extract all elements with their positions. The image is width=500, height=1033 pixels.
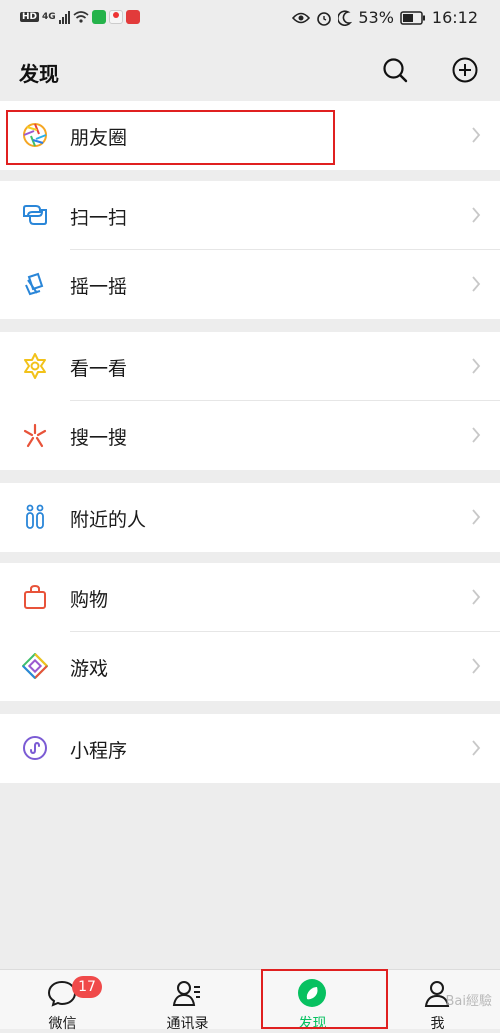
- menu-item-games[interactable]: 游戏: [0, 632, 500, 701]
- tab-contacts[interactable]: 通讯录: [125, 970, 250, 1032]
- group-scan-shake: 扫一扫 摇一摇: [0, 181, 500, 319]
- chevron-right-icon: [472, 358, 481, 374]
- bottom-tab-bar: 17 微信 通讯录 发现 我: [0, 969, 500, 1032]
- signal-icon: [58, 10, 70, 24]
- alarm-icon: [317, 11, 332, 26]
- tab-label-me: 我: [430, 1016, 445, 1032]
- group-shop-games: 购物 游戏: [0, 563, 500, 701]
- chevron-right-icon: [472, 589, 481, 605]
- menu-item-people-nearby[interactable]: 附近的人: [0, 483, 500, 552]
- chevron-right-icon: [472, 427, 481, 443]
- page-header: 发现: [0, 38, 500, 100]
- battery-icon: [400, 10, 425, 25]
- menu-label-search: 搜一搜: [70, 427, 128, 449]
- contacts-icon: [172, 981, 200, 1006]
- chevron-right-icon: [472, 127, 481, 143]
- menu-item-mini-programs[interactable]: 小程序: [0, 714, 500, 783]
- highlight-box: [6, 110, 335, 165]
- menu-label-people-nearby: 附近的人: [70, 509, 147, 531]
- plus-circle-icon[interactable]: [451, 56, 479, 84]
- games-icon: [22, 653, 48, 679]
- shopping-bag-icon: [24, 584, 46, 609]
- chevron-right-icon: [472, 509, 481, 525]
- reader-app-icon: [125, 10, 140, 24]
- page-title: 发现: [19, 62, 59, 86]
- chevron-right-icon: [472, 276, 481, 292]
- tab-label-contacts: 通讯录: [166, 1016, 209, 1032]
- shake-icon: [25, 272, 44, 296]
- menu-item-top-stories[interactable]: 看一看: [0, 332, 500, 401]
- group-look-search: 看一看 搜一搜: [0, 332, 500, 470]
- people-nearby-icon: [26, 504, 44, 529]
- tab-label-chats: 微信: [48, 1016, 77, 1032]
- menu-label-top-stories: 看一看: [70, 358, 128, 380]
- chevron-right-icon: [472, 658, 481, 674]
- menu-item-shake[interactable]: 摇一摇: [0, 250, 500, 319]
- hd-tag: HD: [20, 12, 40, 22]
- search-spark-icon: [23, 423, 47, 448]
- menu-item-shopping[interactable]: 购物: [0, 563, 500, 632]
- scan-icon: [23, 205, 47, 225]
- status-left: HD 4G: [20, 10, 140, 24]
- menu-item-search[interactable]: 搜一搜: [0, 401, 500, 470]
- wifi-icon: [73, 11, 89, 23]
- status-bar: HD 4G 53% 16:12: [0, 0, 500, 38]
- eye-icon: [292, 12, 311, 23]
- menu-item-scan[interactable]: 扫一扫: [0, 181, 500, 250]
- search-icon[interactable]: [381, 56, 409, 84]
- battery-percent: 53%: [358, 8, 394, 27]
- tab-chats[interactable]: 17 微信: [0, 970, 125, 1032]
- chevron-right-icon: [472, 207, 481, 223]
- group-nearby: 附近的人: [0, 483, 500, 552]
- mini-program-icon: [23, 736, 47, 760]
- chevron-right-icon: [472, 740, 481, 756]
- network-tag: 4G: [42, 12, 56, 22]
- menu-label-games: 游戏: [70, 658, 109, 680]
- moon-icon: [338, 10, 353, 26]
- top-stories-icon: [24, 353, 46, 379]
- status-right: 53% 16:12: [292, 8, 478, 27]
- menu-label-shake: 摇一摇: [70, 276, 128, 298]
- map-app-icon: [108, 10, 123, 24]
- unread-badge: 17: [72, 976, 102, 998]
- clock-time: 16:12: [431, 8, 478, 27]
- watermark: Bai經驗: [445, 994, 493, 1009]
- highlight-box-tab: [261, 969, 388, 1029]
- menu-label-shopping: 购物: [70, 589, 109, 611]
- menu-label-mini-programs: 小程序: [70, 740, 128, 762]
- video-app-icon: [91, 10, 106, 24]
- group-mini-programs: 小程序: [0, 714, 500, 783]
- menu-label-scan: 扫一扫: [70, 207, 128, 229]
